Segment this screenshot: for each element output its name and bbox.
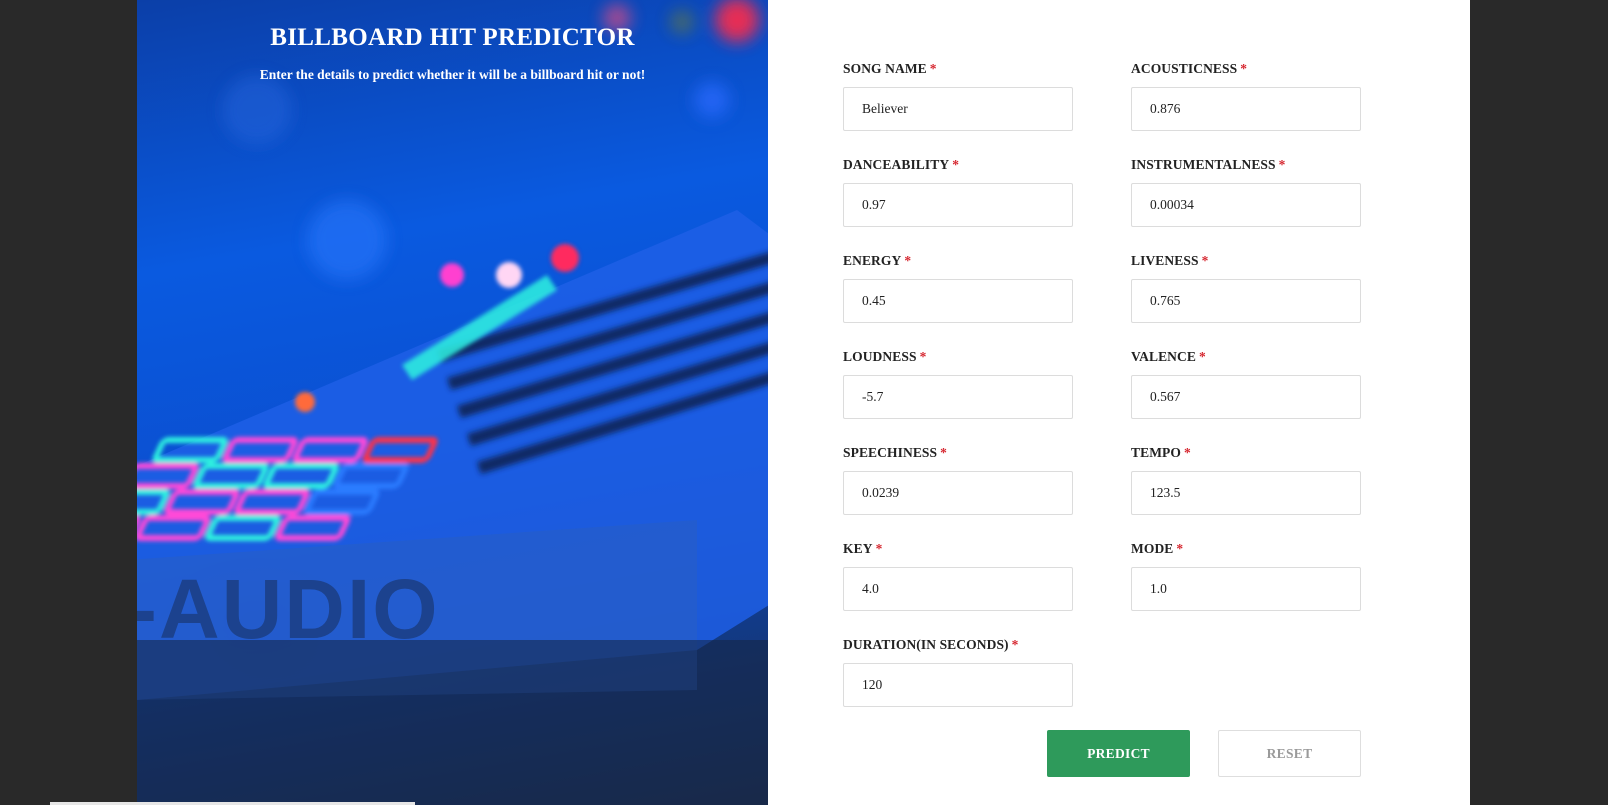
instrumentalness-label: INSTRUMENTALNESS * xyxy=(1131,157,1286,172)
required-marker: * xyxy=(1176,541,1184,556)
liveness-label: LIVENESS * xyxy=(1131,253,1209,268)
energy-label: ENERGY * xyxy=(843,253,912,268)
speechiness-label: SPEECHINESS * xyxy=(843,445,947,460)
instrumentalness-field-group: INSTRUMENTALNESS * xyxy=(1131,155,1363,227)
instrumentalness-input[interactable] xyxy=(1131,183,1361,227)
required-marker: * xyxy=(952,157,960,172)
energy-input[interactable] xyxy=(843,279,1073,323)
required-marker: * xyxy=(1278,157,1286,172)
acousticness-field-group: ACOUSTICNESS * xyxy=(1131,59,1363,131)
song-name-label: SONG NAME * xyxy=(843,61,937,76)
danceability-field-group: DANCEABILITY * xyxy=(843,155,1075,227)
danceability-label: DANCEABILITY * xyxy=(843,157,960,172)
required-marker: * xyxy=(1011,637,1019,652)
liveness-input[interactable] xyxy=(1131,279,1361,323)
prediction-form: SONG NAME* ACOUSTICNESS* DANCEABILITY* I… xyxy=(768,0,1470,805)
key-input[interactable] xyxy=(843,567,1073,611)
mode-input[interactable] xyxy=(1131,567,1361,611)
required-marker: * xyxy=(940,445,947,460)
acousticness-input[interactable] xyxy=(1131,87,1361,131)
predict-button[interactable]: PREDICT xyxy=(1047,730,1190,777)
page-subtitle: Enter the details to predict whether it … xyxy=(259,67,646,82)
hero-panel: -AUDIO BILLBOARD HIT PREDICTOR Enter the… xyxy=(137,0,768,805)
required-marker: * xyxy=(875,541,883,556)
loudness-input[interactable] xyxy=(843,375,1073,419)
duration-input[interactable] xyxy=(843,663,1073,707)
song-name-field-group: SONG NAME * xyxy=(843,59,1075,131)
valence-input[interactable] xyxy=(1131,375,1361,419)
required-marker: * xyxy=(1184,445,1191,460)
required-marker: * xyxy=(1240,61,1248,76)
key-field-group: KEY * xyxy=(843,539,1075,611)
reset-button[interactable]: RESET xyxy=(1218,730,1361,777)
loudness-label: LOUDNESS * xyxy=(843,349,927,364)
midi-keyboard-photo: -AUDIO xyxy=(137,0,768,805)
required-marker: * xyxy=(904,253,912,268)
key-label: KEY * xyxy=(843,541,883,556)
page-title: BILLBOARD HIT PREDICTOR xyxy=(270,24,635,51)
tempo-input[interactable] xyxy=(1131,471,1361,515)
speechiness-field-group: SPEECHINESS * xyxy=(843,443,1075,515)
required-marker: * xyxy=(1198,349,1206,364)
liveness-field-group: LIVENESS * xyxy=(1131,251,1363,323)
duration-label: DURATION(IN SECONDS) * xyxy=(843,637,1019,652)
required-marker: * xyxy=(929,61,937,76)
danceability-input[interactable] xyxy=(843,183,1073,227)
tempo-field-group: TEMPO * xyxy=(1131,443,1363,515)
speechiness-input[interactable] xyxy=(843,471,1073,515)
song-name-input[interactable] xyxy=(843,87,1073,131)
energy-field-group: ENERGY * xyxy=(843,251,1075,323)
acousticness-label: ACOUSTICNESS * xyxy=(1131,61,1248,76)
loudness-field-group: LOUDNESS * xyxy=(843,347,1075,419)
valence-field-group: VALENCE * xyxy=(1131,347,1363,419)
mode-label: MODE * xyxy=(1131,541,1184,556)
valence-label: VALENCE * xyxy=(1131,349,1206,364)
tempo-label: TEMPO * xyxy=(1131,445,1191,460)
duration-field-group: DURATION(IN SECONDS) * xyxy=(843,635,1075,707)
required-marker: * xyxy=(919,349,927,364)
required-marker: * xyxy=(1201,253,1209,268)
mode-field-group: MODE * xyxy=(1131,539,1363,611)
